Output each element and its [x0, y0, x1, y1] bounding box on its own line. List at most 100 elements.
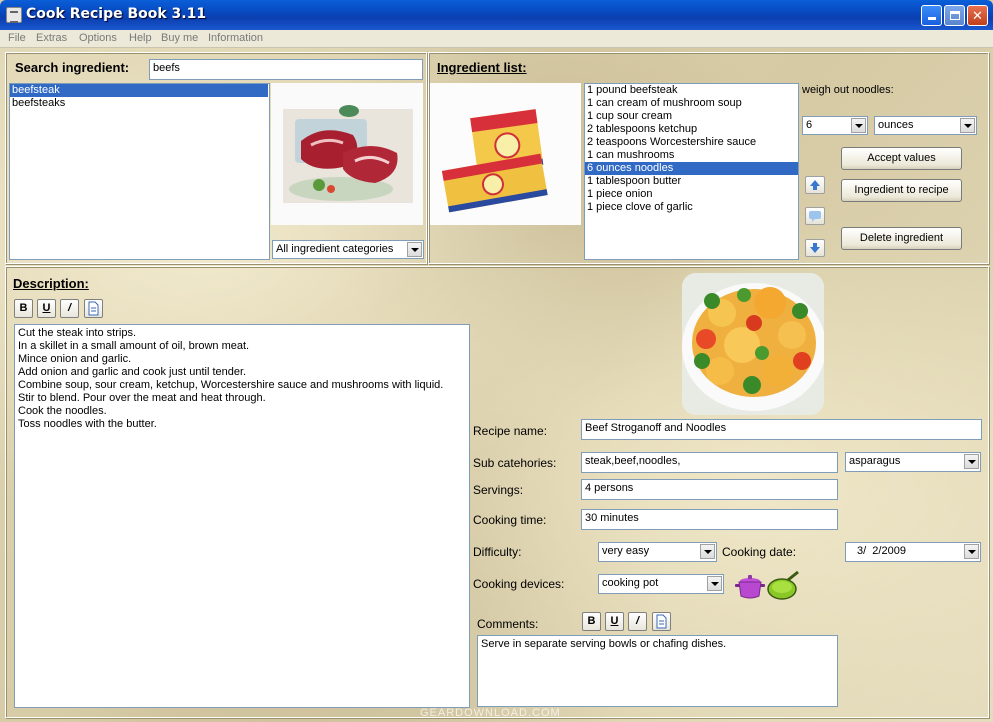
minimize-icon [927, 17, 936, 20]
chevron-down-icon[interactable] [851, 118, 866, 133]
comments-bold-button[interactable]: B [582, 612, 601, 631]
search-label: Search ingredient: [15, 60, 130, 75]
arrow-down-icon [810, 243, 820, 253]
description-line: In a skillet in a small amount of oil, b… [18, 340, 250, 352]
description-line: Mince onion and garlic. [18, 353, 132, 365]
list-item[interactable]: 1 cup sour cream [585, 110, 798, 123]
amount-select[interactable]: 6 [802, 116, 868, 135]
speech-bubble-icon [809, 211, 821, 222]
recipe-name-label: Recipe name: [473, 424, 548, 438]
search-results-list[interactable]: beefsteak beefsteaks [9, 83, 270, 260]
servings-label: Servings: [473, 483, 524, 497]
document-icon [88, 301, 99, 316]
close-icon: ✕ [972, 8, 983, 23]
weigh-out-label: weigh out noodles: [802, 84, 894, 96]
description-textarea[interactable]: Cut the steak into strips. In a skillet … [14, 324, 470, 708]
comments-textarea[interactable]: Serve in separate serving bowls or chafi… [477, 635, 838, 707]
difficulty-value: very easy [602, 545, 650, 557]
menu-buy-me[interactable]: Buy me [161, 32, 198, 44]
title-bar[interactable]: Cook Recipe Book 3.11 ✕ [0, 0, 993, 30]
cooking-time-field[interactable]: 30 minutes [581, 509, 838, 530]
frying-pan-icon[interactable] [766, 570, 800, 602]
casserole-image [682, 273, 824, 415]
print-button[interactable] [84, 299, 103, 318]
list-item[interactable]: 1 tablespoon butter [585, 175, 798, 188]
chevron-down-icon[interactable] [964, 454, 979, 469]
comments-print-button[interactable] [652, 612, 671, 631]
menu-bar: File Extras Options Help Buy me Informat… [0, 30, 993, 48]
list-item[interactable]: beefsteak [10, 84, 268, 97]
move-up-button[interactable] [805, 176, 825, 194]
italic-button[interactable]: / [60, 299, 79, 318]
description-line: Stir to blend. Pour over the meat and he… [18, 392, 266, 404]
noodles-package-image [430, 83, 581, 225]
close-button[interactable]: ✕ [967, 5, 988, 26]
unit-value: ounces [878, 119, 914, 131]
description-label: Description: [13, 276, 89, 291]
sub-categories-field[interactable]: steak,beef,noodles, [581, 452, 838, 473]
cooking-devices-label: Cooking devices: [473, 577, 565, 591]
list-item[interactable]: 6 ounces noodles [585, 162, 798, 175]
arrow-up-icon [810, 180, 820, 190]
list-item[interactable]: 1 can mushrooms [585, 149, 798, 162]
ingredient-photo [271, 83, 423, 225]
menu-information[interactable]: Information [208, 32, 263, 44]
sub-category-value: asparagus [849, 455, 901, 467]
watermark-text: GEARDOWNLOAD.COM [420, 707, 561, 719]
app-icon[interactable] [6, 7, 22, 23]
description-line: Add onion and garlic and cook just until… [18, 366, 247, 378]
servings-field[interactable]: 4 persons [581, 479, 838, 500]
amount-value: 6 [806, 119, 813, 131]
cooking-device-select[interactable]: cooking pot [598, 574, 724, 594]
ingredient-list[interactable]: 1 pound beefsteak 1 can cream of mushroo… [584, 83, 799, 260]
list-item[interactable]: 1 piece onion [585, 188, 798, 201]
list-item[interactable]: 1 pound beefsteak [585, 84, 798, 97]
list-item[interactable]: 1 piece clove of garlic [585, 201, 798, 214]
bold-button[interactable]: B [14, 299, 33, 318]
description-line: Combine soup, sour cream, ketchup, Worce… [18, 379, 444, 391]
underline-button[interactable]: U [37, 299, 56, 318]
difficulty-label: Difficulty: [473, 545, 522, 559]
minimize-button[interactable] [921, 5, 942, 26]
list-item[interactable]: 1 can cream of mushroom soup [585, 97, 798, 110]
list-item[interactable]: 2 teaspoons Worcestershire sauce [585, 136, 798, 149]
recipe-name-field[interactable]: Beef Stroganoff and Noodles [581, 419, 982, 440]
difficulty-select[interactable]: very easy [598, 542, 717, 562]
description-line: Toss noodles with the butter. [18, 418, 157, 430]
chevron-down-icon[interactable] [700, 544, 715, 559]
list-item[interactable]: beefsteaks [10, 97, 269, 110]
list-item[interactable]: 2 tablespoons ketchup [585, 123, 798, 136]
chevron-down-icon[interactable] [407, 242, 422, 257]
menu-extras[interactable]: Extras [36, 32, 67, 44]
cooking-device-value: cooking pot [602, 577, 659, 589]
comments-italic-button[interactable]: / [628, 612, 647, 631]
description-line: Cook the noodles. [18, 405, 107, 417]
product-photo [430, 83, 581, 225]
comments-underline-button[interactable]: U [605, 612, 624, 631]
menu-help[interactable]: Help [129, 32, 152, 44]
search-input[interactable]: beefs [149, 59, 423, 80]
maximize-button[interactable] [944, 5, 965, 26]
window-title: Cook Recipe Book 3.11 [26, 6, 207, 22]
unit-select[interactable]: ounces [874, 116, 977, 135]
ingredient-to-recipe-button[interactable]: Ingredient to recipe [841, 179, 962, 202]
move-down-button[interactable] [805, 239, 825, 257]
comment-button[interactable] [805, 207, 825, 225]
cooking-date-picker[interactable]: 3/ 2/2009 [845, 542, 981, 562]
delete-ingredient-button[interactable]: Delete ingredient [841, 227, 962, 250]
sub-category-select[interactable]: asparagus [845, 452, 981, 472]
chevron-down-icon[interactable] [707, 576, 722, 591]
description-line: Cut the steak into strips. [18, 327, 136, 339]
document-icon [656, 614, 667, 629]
chevron-down-icon[interactable] [960, 118, 975, 133]
cooking-pot-icon[interactable] [734, 572, 766, 602]
recipe-photo[interactable] [682, 273, 824, 415]
category-value: All ingredient categories [276, 243, 394, 255]
menu-options[interactable]: Options [79, 32, 117, 44]
maximize-icon [949, 11, 960, 20]
category-select[interactable]: All ingredient categories [272, 240, 424, 259]
accept-values-button[interactable]: Accept values [841, 147, 962, 170]
menu-file[interactable]: File [8, 32, 26, 44]
cooking-time-label: Cooking time: [473, 513, 547, 527]
chevron-down-icon[interactable] [964, 544, 979, 559]
